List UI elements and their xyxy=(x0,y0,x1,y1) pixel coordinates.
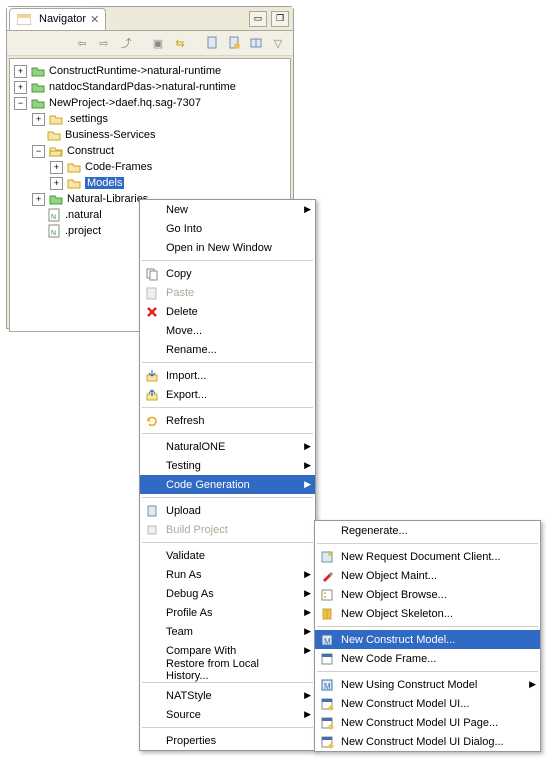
menu-restore[interactable]: Restore from Local History... xyxy=(140,660,315,679)
build-icon xyxy=(140,523,164,537)
menu-usingconst[interactable]: MNew Using Construct Model▶ xyxy=(315,675,540,694)
menu-validate[interactable]: Validate xyxy=(140,546,315,565)
menu-team[interactable]: Team▶ xyxy=(140,622,315,641)
tree-node[interactable]: +Code-Frames xyxy=(10,159,290,175)
wizard-icon: M xyxy=(315,633,339,647)
copy-icon xyxy=(140,267,164,281)
menu-reqdoc[interactable]: New Request Document Client... xyxy=(315,547,540,566)
tree-node[interactable]: +ConstructRuntime->natural-runtime xyxy=(10,63,290,79)
context-menu: New▶ Go Into Open in New Window Copy Pas… xyxy=(139,199,316,751)
svg-text:N: N xyxy=(51,214,56,221)
submenu-codegen: Regenerate... New Request Document Clien… xyxy=(314,520,541,752)
menu-new[interactable]: New▶ xyxy=(140,200,315,219)
menu-upload[interactable]: Upload xyxy=(140,501,315,520)
svg-text:M: M xyxy=(324,637,331,646)
menu-rename[interactable]: Rename... xyxy=(140,340,315,359)
menu-build: Build Project xyxy=(140,520,315,539)
menu-properties[interactable]: Properties xyxy=(140,731,315,750)
menu-runas[interactable]: Run As▶ xyxy=(140,565,315,584)
wizard-icon xyxy=(315,607,339,621)
folder-icon xyxy=(66,159,82,175)
tree-node[interactable]: +.settings xyxy=(10,111,290,127)
menu-delete[interactable]: Delete xyxy=(140,302,315,321)
menu-source[interactable]: Source▶ xyxy=(140,705,315,724)
menu-export[interactable]: Export... xyxy=(140,385,315,404)
menu-testing[interactable]: Testing▶ xyxy=(140,456,315,475)
tree-node[interactable]: −Construct xyxy=(10,143,290,159)
wizard-icon xyxy=(315,588,339,602)
menu-paste: Paste xyxy=(140,283,315,302)
menu-objskel[interactable]: New Object Skeleton... xyxy=(315,604,540,623)
tree-node-selected[interactable]: +Models xyxy=(10,175,290,191)
menu-openwin[interactable]: Open in New Window xyxy=(140,238,315,257)
project-icon xyxy=(30,79,46,95)
wizard-icon xyxy=(315,697,339,711)
refresh-icon xyxy=(140,414,164,428)
navigator-tab[interactable]: Navigator ✕ xyxy=(9,8,106,30)
menu-codegen[interactable]: Code Generation▶ xyxy=(140,475,315,494)
menu-constuidialog[interactable]: New Construct Model UI Dialog... xyxy=(315,732,540,751)
file-icon: N xyxy=(46,223,62,239)
menu-constui[interactable]: New Construct Model UI... xyxy=(315,694,540,713)
library-icon xyxy=(48,191,64,207)
wizard-icon xyxy=(315,550,339,564)
menu-objmaint[interactable]: New Object Maint... xyxy=(315,566,540,585)
wizard-icon xyxy=(315,735,339,749)
minimize-icon[interactable]: ▭ xyxy=(249,11,267,27)
file-icon: N xyxy=(46,207,62,223)
folder-open-icon xyxy=(48,143,64,159)
menu-refresh[interactable]: Refresh xyxy=(140,411,315,430)
close-icon[interactable]: ✕ xyxy=(90,13,99,26)
folder-icon xyxy=(46,127,62,143)
menu-profileas[interactable]: Profile As▶ xyxy=(140,603,315,622)
tool1-icon[interactable] xyxy=(203,34,221,52)
wizard-icon: M xyxy=(315,678,339,692)
menu-naturalone[interactable]: NaturalONE▶ xyxy=(140,437,315,456)
project-icon xyxy=(30,95,46,111)
svg-text:N: N xyxy=(51,230,56,237)
menu-gointo[interactable]: Go Into xyxy=(140,219,315,238)
link-icon[interactable]: ⇆ xyxy=(171,34,189,52)
menu-import[interactable]: Import... xyxy=(140,366,315,385)
tree-node[interactable]: −NewProject->daef.hq.sag-7307 xyxy=(10,95,290,111)
folder-icon xyxy=(66,175,82,191)
menu-debugas[interactable]: Debug As▶ xyxy=(140,584,315,603)
back-icon[interactable]: ⇦ xyxy=(73,34,91,52)
tool2-icon[interactable] xyxy=(225,34,243,52)
collapse-icon[interactable]: ▣ xyxy=(149,34,167,52)
wizard-icon xyxy=(315,716,339,730)
export-icon xyxy=(140,388,164,402)
menu-codeframe[interactable]: New Code Frame... xyxy=(315,649,540,668)
menu-objbrowse[interactable]: New Object Browse... xyxy=(315,585,540,604)
menu-regenerate[interactable]: Regenerate... xyxy=(315,521,540,540)
paste-icon xyxy=(140,286,164,300)
tab-label: Navigator xyxy=(39,13,86,25)
maximize-icon[interactable]: ❐ xyxy=(271,11,289,27)
tab-bar: Navigator ✕ ▭ ❐ xyxy=(7,7,293,31)
folder-icon xyxy=(48,111,64,127)
upload-icon xyxy=(140,504,164,518)
window-buttons: ▭ ❐ xyxy=(249,11,293,27)
svg-text:M: M xyxy=(324,682,331,691)
import-icon xyxy=(140,369,164,383)
wizard-icon xyxy=(315,652,339,666)
tree-node[interactable]: +natdocStandardPdas->natural-runtime xyxy=(10,79,290,95)
up-icon[interactable]: ⤴ xyxy=(117,34,135,52)
menu-constmodel[interactable]: MNew Construct Model... xyxy=(315,630,540,649)
menu-constuipage[interactable]: New Construct Model UI Page... xyxy=(315,713,540,732)
project-icon xyxy=(30,63,46,79)
navigator-icon xyxy=(16,11,32,27)
fwd-icon[interactable]: ⇨ xyxy=(95,34,113,52)
menu-move[interactable]: Move... xyxy=(140,321,315,340)
delete-icon xyxy=(140,305,164,319)
menu-natstyle[interactable]: NATStyle▶ xyxy=(140,686,315,705)
menu-icon[interactable]: ▽ xyxy=(269,34,287,52)
menu-copy[interactable]: Copy xyxy=(140,264,315,283)
tree-node[interactable]: Business-Services xyxy=(10,127,290,143)
wizard-icon xyxy=(315,569,339,583)
tool3-icon[interactable] xyxy=(247,34,265,52)
toolbar: ⇦ ⇨ ⤴ ▣ ⇆ ▽ xyxy=(7,31,293,56)
